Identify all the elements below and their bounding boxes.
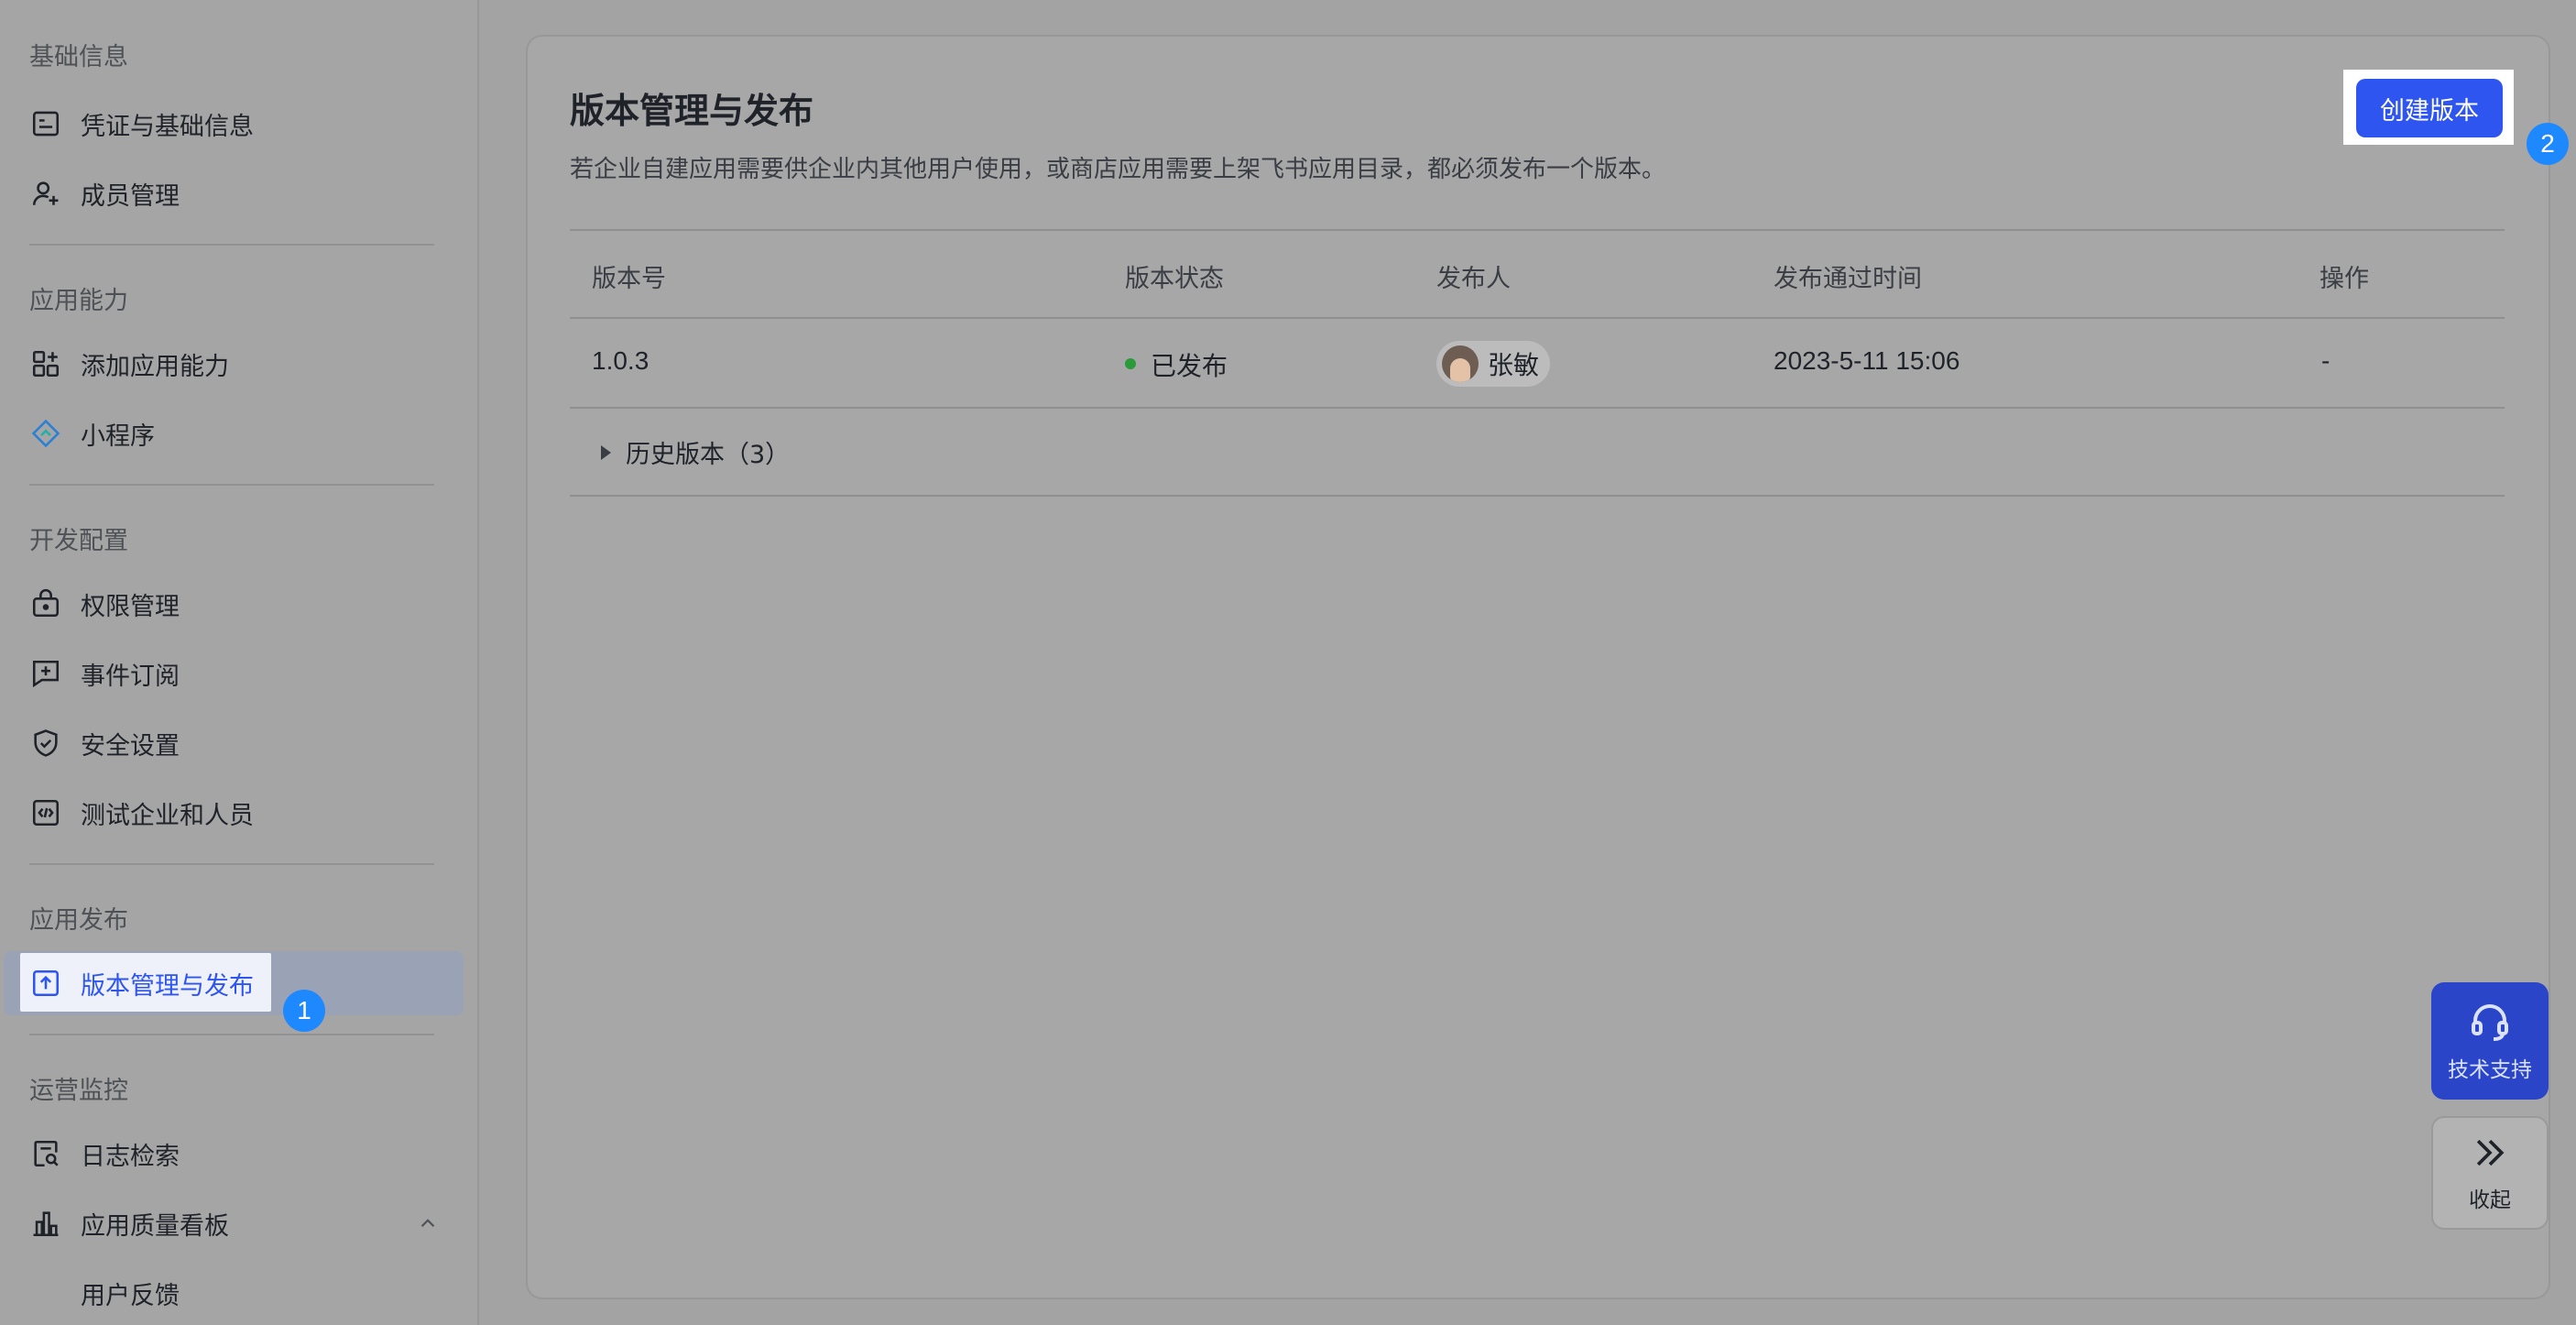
page-title: 版本管理与发布 bbox=[570, 91, 814, 131]
tech-support-label: 技术支持 bbox=[2448, 1058, 2532, 1082]
credential-icon bbox=[29, 107, 62, 140]
sidebar: 基础信息 凭证与基础信息 成员管理 应用能力 添加应用能力 小程序 开发配置 权… bbox=[0, 0, 479, 1325]
sidebar-item-label: 添加应用能力 bbox=[81, 352, 229, 381]
column-header-status: 版本状态 bbox=[1125, 265, 1224, 293]
collapse-button[interactable]: 收起 bbox=[2431, 1116, 2549, 1230]
shield-check-icon bbox=[29, 727, 62, 760]
event-subscribe-icon bbox=[29, 657, 62, 690]
publisher-name: 张敏 bbox=[1488, 350, 1540, 380]
sidebar-item-label: 小程序 bbox=[81, 422, 155, 451]
content-card bbox=[526, 35, 2550, 1299]
publisher-chip[interactable]: 张敏 bbox=[1436, 341, 1550, 387]
column-header-publisher: 发布人 bbox=[1436, 265, 1511, 293]
sidebar-item-add-capability[interactable]: 添加应用能力 bbox=[29, 339, 229, 389]
sidebar-item-permissions[interactable]: 权限管理 bbox=[29, 579, 180, 629]
sidebar-item-label: 用户反馈 bbox=[81, 1281, 180, 1310]
double-chevron-right-icon bbox=[2476, 1139, 2505, 1166]
sidebar-item-log-search[interactable]: 日志检索 bbox=[29, 1129, 180, 1178]
upload-icon bbox=[29, 967, 62, 1000]
row-action: - bbox=[2321, 346, 2330, 375]
sidebar-item-label: 日志检索 bbox=[81, 1142, 180, 1171]
sidebar-item-credentials[interactable]: 凭证与基础信息 bbox=[29, 99, 254, 148]
column-header-time: 发布通过时间 bbox=[1774, 265, 1922, 293]
sidebar-item-event-subscription[interactable]: 事件订阅 bbox=[29, 649, 180, 698]
step-badge-1: 1 bbox=[283, 990, 325, 1032]
history-versions-label: 历史版本（3） bbox=[626, 441, 791, 469]
create-version-button[interactable]: 创建版本 bbox=[2356, 79, 2503, 137]
sidebar-item-label: 凭证与基础信息 bbox=[81, 112, 254, 141]
step-badge-2: 2 bbox=[2527, 123, 2569, 165]
sidebar-item-label: 事件订阅 bbox=[81, 662, 180, 691]
permission-lock-icon bbox=[29, 587, 62, 620]
sidebar-item-quality-dashboard[interactable]: 应用质量看板 bbox=[29, 1199, 440, 1248]
table-header-border bbox=[570, 317, 2505, 319]
publish-time: 2023-5-11 15:06 bbox=[1774, 346, 1960, 375]
sidebar-item-label: 版本管理与发布 bbox=[81, 971, 254, 1001]
table-bottom-border bbox=[570, 495, 2505, 497]
code-test-icon bbox=[29, 796, 62, 829]
section-title-basic: 基础信息 bbox=[29, 43, 128, 71]
avatar bbox=[1442, 345, 1479, 382]
collapse-label: 收起 bbox=[2469, 1188, 2511, 1212]
add-member-icon bbox=[29, 177, 62, 210]
sidebar-item-label: 安全设置 bbox=[81, 731, 180, 761]
sidebar-item-version-release[interactable]: 版本管理与发布 bbox=[29, 958, 254, 1008]
sidebar-divider bbox=[29, 1034, 434, 1035]
status-badge: 已发布 bbox=[1151, 351, 1228, 381]
chevron-up-icon[interactable] bbox=[416, 1211, 440, 1235]
sidebar-item-mini-program[interactable]: 小程序 bbox=[29, 409, 155, 458]
page-description: 若企业自建应用需要供企业内其他用户使用，或商店应用需要上架飞书应用目录，都必须发… bbox=[570, 156, 1666, 183]
sidebar-divider bbox=[29, 244, 434, 246]
version-number: 1.0.3 bbox=[592, 346, 649, 375]
table-row-border bbox=[570, 407, 2505, 409]
bar-chart-icon bbox=[29, 1207, 62, 1240]
caret-right-icon bbox=[601, 444, 611, 460]
sidebar-item-test-enterprise[interactable]: 测试企业和人员 bbox=[29, 788, 254, 838]
sidebar-item-user-feedback[interactable]: 用户反馈 bbox=[81, 1268, 180, 1318]
history-versions-toggle[interactable]: 历史版本（3） bbox=[601, 434, 790, 470]
sidebar-item-label: 权限管理 bbox=[81, 592, 180, 621]
table-top-border bbox=[570, 229, 2505, 231]
app-grid-add-icon bbox=[29, 347, 62, 380]
sidebar-item-label: 成员管理 bbox=[81, 181, 180, 211]
status-dot bbox=[1125, 358, 1136, 369]
log-search-icon bbox=[29, 1137, 62, 1170]
sidebar-item-label: 应用质量看板 bbox=[81, 1211, 229, 1241]
sidebar-divider bbox=[29, 484, 434, 486]
column-header-version: 版本号 bbox=[592, 265, 666, 293]
sidebar-item-security[interactable]: 安全设置 bbox=[29, 718, 180, 768]
column-header-action: 操作 bbox=[2319, 265, 2369, 293]
mini-program-icon bbox=[29, 417, 62, 450]
section-title-capability: 应用能力 bbox=[29, 287, 128, 315]
section-title-monitoring: 运营监控 bbox=[29, 1077, 128, 1105]
section-title-dev-config: 开发配置 bbox=[29, 527, 128, 555]
sidebar-item-label: 测试企业和人员 bbox=[81, 801, 254, 830]
sidebar-divider bbox=[29, 863, 434, 865]
sidebar-item-members[interactable]: 成员管理 bbox=[29, 169, 180, 218]
section-title-release: 应用发布 bbox=[29, 906, 128, 935]
tech-support-button[interactable]: 技术支持 bbox=[2431, 982, 2549, 1100]
headset-icon bbox=[2472, 1004, 2508, 1041]
